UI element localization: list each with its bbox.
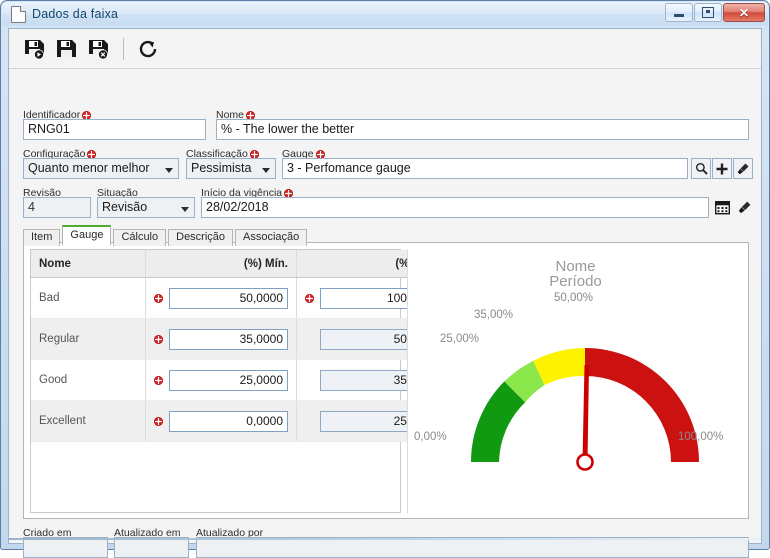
save-and-close-button[interactable] xyxy=(83,33,115,65)
toolbar-separator xyxy=(123,37,124,60)
gauge-tick-label-100: 100,00% xyxy=(678,431,724,443)
gauge-tick-label-50: 50,00% xyxy=(554,292,594,304)
gauge-subtitle: Período xyxy=(549,273,602,290)
gauge-tick-label-0: 0,00% xyxy=(414,431,447,443)
nome-input[interactable]: % - The lower the better xyxy=(216,119,749,140)
required-icon xyxy=(154,293,163,303)
classificacao-select[interactable]: Pessimista xyxy=(186,158,276,179)
document-icon xyxy=(11,5,26,23)
column-header-nome: Nome xyxy=(31,250,146,278)
floppy-disk-close-icon xyxy=(89,39,108,59)
ranges-grid: Nome (%) Mín. (%) Máx. Bad 50,0000 xyxy=(30,249,450,513)
calendar-icon xyxy=(715,201,730,215)
gauge-add-button[interactable] xyxy=(712,158,732,179)
search-icon xyxy=(695,162,708,175)
criado-em-input xyxy=(23,537,108,558)
table-row: Bad 50,0000 100,0000 xyxy=(31,277,450,319)
floppy-disk-new-icon xyxy=(25,39,44,59)
date-clear-button[interactable] xyxy=(735,197,754,218)
tab-strip: Item Gauge Cálculo Descrição Associação xyxy=(23,225,308,246)
plus-icon xyxy=(716,163,728,174)
gauge-tick-label-25: 25,00% xyxy=(440,333,480,345)
identificador-input[interactable]: RNG01 xyxy=(23,119,206,140)
table-row: Regular 35,0000 50,0000 xyxy=(31,318,450,360)
tab-associacao[interactable]: Associação xyxy=(235,229,308,246)
tab-descricao[interactable]: Descrição xyxy=(168,229,234,246)
row-name: Excellent xyxy=(31,400,146,442)
required-icon xyxy=(154,416,163,426)
maximize-button[interactable] xyxy=(694,3,722,22)
gauge-band-bad xyxy=(585,348,699,462)
minimize-icon xyxy=(674,14,684,17)
gauge-title: Nome xyxy=(555,258,596,275)
title-bar: Dados da faixa ✕ xyxy=(2,2,768,26)
gauge-input[interactable]: 3 - Perfomance gauge xyxy=(282,158,688,179)
table-row: Excellent 0,0000 25,0000 xyxy=(31,400,450,442)
brush-icon xyxy=(738,201,751,214)
tab-gauge[interactable]: Gauge xyxy=(62,225,112,246)
tab-panel-gauge: Nome (%) Mín. (%) Máx. Bad 50,0000 xyxy=(23,242,749,519)
close-button[interactable]: ✕ xyxy=(723,3,765,22)
min-input[interactable]: 50,0000 xyxy=(169,287,288,309)
inicio-vigencia-input[interactable]: 28/02/2018 xyxy=(201,197,709,218)
refresh-icon xyxy=(139,40,157,57)
application-window: Dados da faixa ✕ Identificador RNG01 Nom… xyxy=(0,0,770,558)
gauge-chart: Nome Período 0,00% 25,00% 35,00% 50,00% … xyxy=(407,249,743,513)
client-area: Identificador RNG01 Nome % - The lower t… xyxy=(8,28,762,558)
toolbar xyxy=(9,29,761,69)
configuracao-select[interactable]: Quanto menor melhor xyxy=(23,158,179,179)
row-name: Regular xyxy=(31,318,146,360)
column-header-min: (%) Mín. xyxy=(145,250,297,278)
gauge-needle-pivot xyxy=(576,453,594,471)
row-name: Good xyxy=(31,359,146,401)
save-and-new-button[interactable] xyxy=(19,33,51,65)
floppy-disk-icon xyxy=(57,39,76,57)
table-row: Good 25,0000 35,0000 xyxy=(31,359,450,401)
grid-header-row: Nome (%) Mín. (%) Máx. xyxy=(31,250,450,278)
situacao-select[interactable]: Revisão xyxy=(97,197,195,218)
window-controls: ✕ xyxy=(665,3,765,22)
min-input[interactable]: 35,0000 xyxy=(169,328,288,350)
revisao-input: 4 xyxy=(23,197,91,218)
save-button[interactable] xyxy=(51,33,83,65)
required-icon xyxy=(154,375,163,385)
tab-item[interactable]: Item xyxy=(23,229,61,246)
window-title: Dados da faixa xyxy=(32,7,119,21)
gauge-clear-button[interactable] xyxy=(733,158,753,179)
close-icon: ✕ xyxy=(738,5,750,20)
window-bottom-separator xyxy=(9,538,761,540)
gauge-tick-label-35: 35,00% xyxy=(474,309,514,321)
atualizado-por-input xyxy=(196,537,749,558)
refresh-button[interactable] xyxy=(132,33,164,65)
min-input[interactable]: 25,0000 xyxy=(169,369,288,391)
calendar-button[interactable] xyxy=(713,197,732,218)
gauge-search-button[interactable] xyxy=(691,158,711,179)
maximize-icon xyxy=(702,7,714,18)
required-icon xyxy=(305,293,314,303)
brush-icon xyxy=(737,163,749,174)
row-name: Bad xyxy=(31,277,146,319)
min-input[interactable]: 0,0000 xyxy=(169,410,288,432)
tab-calculo[interactable]: Cálculo xyxy=(113,229,167,246)
gauge-needle xyxy=(582,365,589,462)
minimize-button[interactable] xyxy=(665,3,693,22)
required-icon xyxy=(154,334,163,344)
atualizado-em-input xyxy=(114,537,189,558)
